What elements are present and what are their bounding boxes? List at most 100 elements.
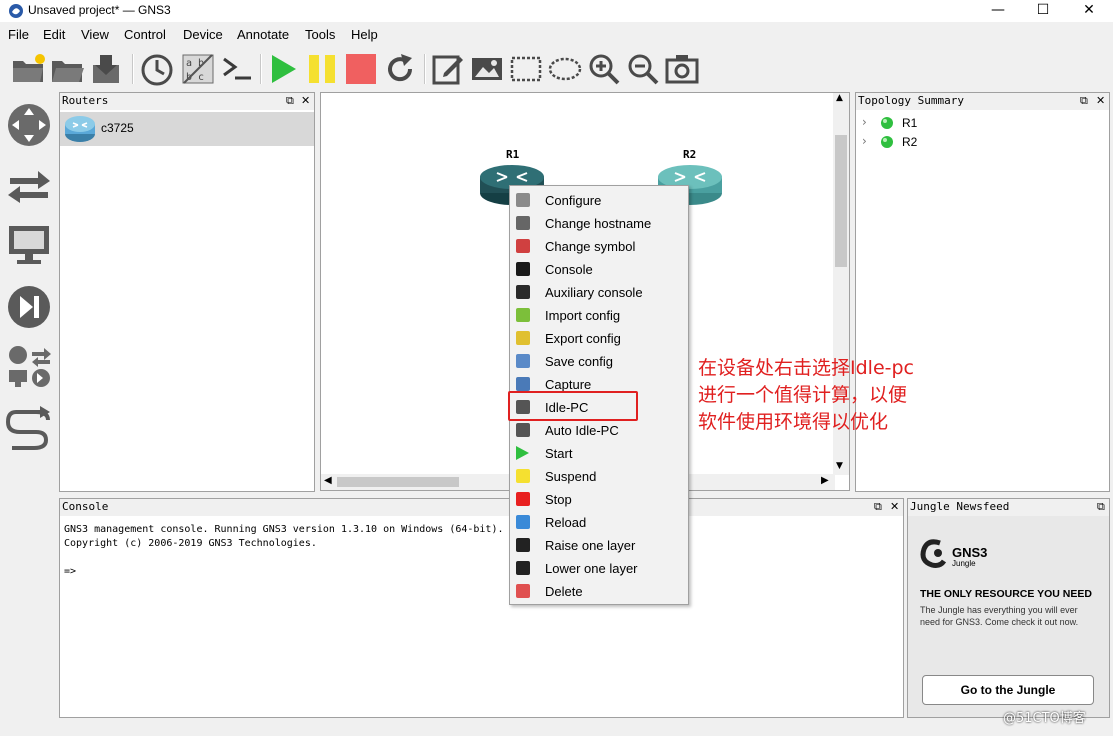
toolbar-separator [260, 54, 262, 84]
show-interface-labels-icon[interactable]: abbc [180, 51, 216, 87]
menu-item-console[interactable]: Console [510, 258, 688, 281]
node-label-r2[interactable]: R2 [683, 148, 696, 161]
router-icon[interactable] [6, 102, 52, 148]
menu-item-auto-idle-pc[interactable]: Auto Idle-PC [510, 419, 688, 442]
menu-item-delete[interactable]: Delete [510, 580, 688, 603]
open-project-icon[interactable] [49, 51, 85, 87]
menu-item-reload[interactable]: Reload [510, 511, 688, 534]
menu-item-label: Change symbol [545, 239, 636, 254]
menu-item-label: Reload [545, 515, 587, 530]
delete-icon [516, 584, 530, 598]
chevron-right-icon[interactable]: › [862, 115, 867, 129]
menu-item-suspend[interactable]: Suspend [510, 465, 688, 488]
stop-all-icon[interactable] [343, 51, 379, 87]
node-label-r1[interactable]: R1 [506, 148, 519, 161]
menu-control[interactable]: Control [124, 27, 166, 42]
add-link-icon[interactable] [6, 404, 52, 450]
all-devices-icon[interactable] [6, 344, 52, 390]
console-all-icon[interactable] [219, 51, 255, 87]
snapshot-icon[interactable] [139, 51, 175, 87]
menu-item-label: Change hostname [545, 216, 652, 231]
menu-item-auxiliary-console[interactable]: Auxiliary console [510, 281, 688, 304]
close-panel-icon[interactable]: ✕ [301, 93, 310, 109]
router-template-label: c3725 [101, 121, 134, 135]
annotation-line: 进行一个值得计算，以便 [698, 384, 908, 406]
draw-rectangle-icon[interactable] [508, 51, 544, 87]
summary-node-label: R1 [902, 116, 918, 130]
float-panel-icon[interactable]: ⧉ [1097, 499, 1105, 515]
menu-file[interactable]: File [8, 27, 29, 42]
menu-item-label: Lower one layer [545, 561, 638, 576]
add-note-icon[interactable] [430, 51, 466, 87]
insert-picture-icon[interactable] [469, 51, 505, 87]
close-panel-icon[interactable]: ✕ [1096, 93, 1105, 109]
menu-tools[interactable]: Tools [305, 27, 335, 42]
summary-node-label: R2 [902, 135, 918, 149]
menu-item-export-config[interactable]: Export config [510, 327, 688, 350]
menu-item-lower-one-layer[interactable]: Lower one layer [510, 557, 688, 580]
reload-all-icon[interactable] [382, 51, 418, 87]
menu-item-change-hostname[interactable]: Change hostname [510, 212, 688, 235]
new-project-icon[interactable] [10, 51, 46, 87]
summary-node-r2[interactable]: › R2 [862, 134, 1062, 152]
float-panel-icon[interactable]: ⧉ [874, 499, 882, 515]
reload-icon [516, 515, 530, 529]
menu-edit[interactable]: Edit [43, 27, 65, 42]
vertical-scroll-thumb[interactable] [835, 135, 847, 267]
menu-view[interactable]: View [81, 27, 109, 42]
console-prompt: => [64, 566, 77, 577]
symbol-icon [516, 239, 530, 253]
jungle-newsfeed-panel: Jungle Newsfeed ⧉ GNS3 Jungle THE ONLY R… [907, 498, 1110, 718]
raise-layer-icon [516, 538, 530, 552]
router-template-item[interactable]: c3725 [60, 112, 314, 146]
menu-item-import-config[interactable]: Import config [510, 304, 688, 327]
svg-text:a: a [186, 58, 192, 69]
menu-bar: File Edit View Control Device Annotate T… [0, 24, 1113, 46]
scroll-down-icon[interactable]: ▼ [836, 461, 843, 471]
maximize-button[interactable]: ☐ [1020, 0, 1066, 22]
end-device-icon[interactable] [6, 222, 52, 268]
auto-idle-pc-icon [516, 423, 530, 437]
draw-ellipse-icon[interactable] [547, 51, 583, 87]
float-panel-icon[interactable]: ⧉ [286, 93, 294, 109]
float-panel-icon[interactable]: ⧉ [1080, 93, 1088, 109]
menu-item-raise-one-layer[interactable]: Raise one layer [510, 534, 688, 557]
menu-item-save-config[interactable]: Save config [510, 350, 688, 373]
start-all-icon[interactable] [265, 51, 301, 87]
annotation-text: 在设备处右击选择Idle-pc 进行一个值得计算，以便 软件使用环境得以优化 [698, 355, 948, 436]
screenshot-icon[interactable] [664, 51, 700, 87]
go-to-jungle-button[interactable]: Go to the Jungle [922, 675, 1094, 705]
scroll-right-icon[interactable]: ▶ [821, 475, 829, 486]
svg-text:c: c [198, 72, 204, 83]
menu-item-label: Start [545, 446, 573, 461]
switch-icon[interactable] [6, 162, 52, 208]
console-output[interactable]: GNS3 management console. Running GNS3 ve… [64, 523, 504, 579]
menu-item-start[interactable]: Start [510, 442, 688, 465]
menu-device[interactable]: Device [183, 27, 223, 42]
menu-item-configure[interactable]: Configure [510, 189, 688, 212]
menu-annotate[interactable]: Annotate [237, 27, 289, 42]
zoom-in-icon[interactable] [586, 51, 622, 87]
chevron-right-icon[interactable]: › [862, 134, 867, 148]
console-line: GNS3 management console. Running GNS3 ve… [64, 524, 504, 535]
security-device-icon[interactable] [6, 284, 52, 330]
summary-node-r1[interactable]: › R1 [862, 115, 1062, 133]
idle-pc-highlight-box [508, 391, 638, 421]
menu-item-label: Delete [545, 584, 583, 599]
zoom-out-icon[interactable] [625, 51, 661, 87]
routers-panel: Routers ⧉ ✕ c3725 [59, 92, 315, 492]
console-panel: Console ⧉ ✕ GNS3 management console. Run… [59, 498, 904, 718]
close-panel-icon[interactable]: ✕ [890, 499, 899, 515]
jungle-logo-subtext: Jungle [952, 559, 976, 568]
menu-help[interactable]: Help [351, 27, 378, 42]
close-button[interactable]: ✕ [1066, 0, 1112, 22]
menu-item-stop[interactable]: Stop [510, 488, 688, 511]
scroll-left-icon[interactable]: ◀ [324, 475, 332, 486]
suspend-all-icon[interactable] [304, 51, 340, 87]
horizontal-scroll-thumb[interactable] [337, 477, 459, 487]
menu-item-change-symbol[interactable]: Change symbol [510, 235, 688, 258]
scroll-up-icon[interactable]: ▲ [836, 93, 843, 103]
minimize-button[interactable]: — [975, 0, 1021, 22]
save-project-icon[interactable] [88, 51, 124, 87]
